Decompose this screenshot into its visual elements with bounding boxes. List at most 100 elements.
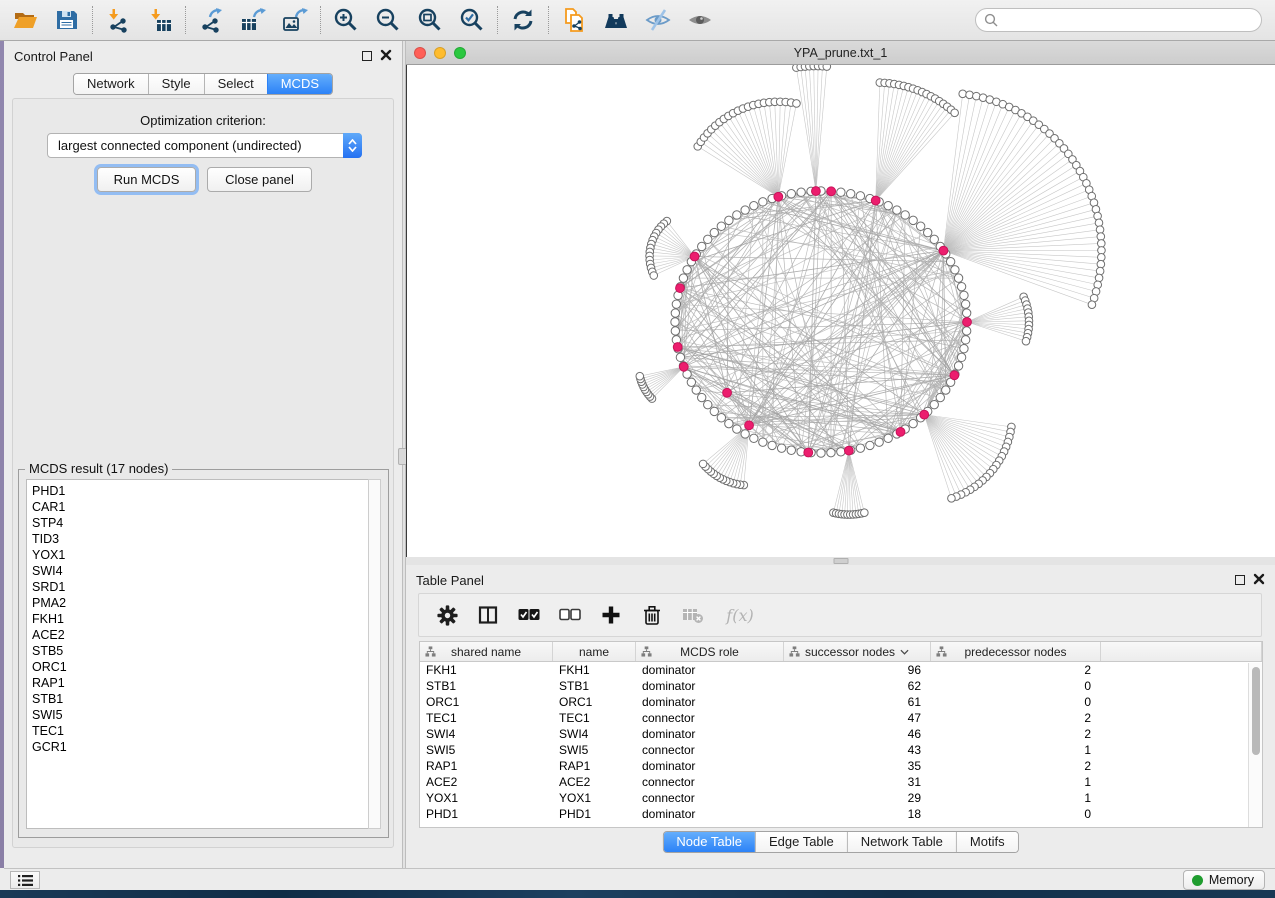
mcds-result-item[interactable]: TID3 xyxy=(32,531,368,547)
tab-edge-table[interactable]: Edge Table xyxy=(755,832,847,852)
task-history-button[interactable] xyxy=(10,871,40,889)
mcds-result-item[interactable]: YOX1 xyxy=(32,547,368,563)
mcds-result-list[interactable]: PHD1CAR1STP4TID3YOX1SWI4SRD1PMA2FKH1ACE2… xyxy=(26,479,368,829)
network-window-titlebar[interactable]: YPA_prune.txt_1 xyxy=(406,41,1275,65)
memory-button[interactable]: Memory xyxy=(1183,870,1265,890)
criterion-dropdown[interactable]: largest connected component (undirected) xyxy=(47,133,362,158)
column-header-name[interactable]: name xyxy=(553,642,636,661)
table-body[interactable]: FKH1FKH1dominator962STB1STB1dominator620… xyxy=(420,662,1262,822)
binoculars-icon xyxy=(602,7,630,33)
float-window-icon[interactable] xyxy=(362,51,372,61)
table-row[interactable]: YOX1YOX1connector291 xyxy=(420,790,1262,806)
tab-select[interactable]: Select xyxy=(204,74,267,94)
mcds-result-item[interactable]: SWI4 xyxy=(32,563,368,579)
zoom-in-button[interactable] xyxy=(325,2,367,38)
close-panel-icon[interactable] xyxy=(1253,573,1265,585)
tab-mcds[interactable]: MCDS xyxy=(267,74,332,94)
table-cell: 43 xyxy=(784,742,931,758)
table-scrollbar-thumb[interactable] xyxy=(1252,667,1260,755)
zoom-selected-button[interactable] xyxy=(451,2,493,38)
table-cell: 1 xyxy=(931,774,1101,790)
import-network-button[interactable] xyxy=(97,2,139,38)
column-header-label: shared name xyxy=(451,645,521,659)
table-cell: dominator xyxy=(636,806,784,822)
table-row[interactable]: SWI5SWI5connector431 xyxy=(420,742,1262,758)
tab-network-table[interactable]: Network Table xyxy=(847,832,956,852)
column-header-successor-nodes[interactable]: successor nodes xyxy=(784,642,931,661)
tab-style[interactable]: Style xyxy=(148,74,204,94)
table-row[interactable]: RAP1RAP1dominator352 xyxy=(420,758,1262,774)
table-row[interactable]: TEC1TEC1connector472 xyxy=(420,710,1262,726)
horizontal-splitter[interactable] xyxy=(406,557,1275,565)
zoom-out-button[interactable] xyxy=(367,2,409,38)
shared-column-icon xyxy=(641,646,652,657)
table-row[interactable]: FKH1FKH1dominator962 xyxy=(420,662,1262,678)
new-network-from-selection-button[interactable] xyxy=(553,2,595,38)
deselect-all-button[interactable] xyxy=(558,603,582,627)
function-builder-button[interactable]: f(x) xyxy=(722,603,758,627)
mcds-result-item[interactable]: STB1 xyxy=(32,691,368,707)
table-row[interactable]: STB1STB1dominator620 xyxy=(420,678,1262,694)
mcds-result-item[interactable]: GCR1 xyxy=(32,739,368,755)
table-row[interactable]: ACE2ACE2connector311 xyxy=(420,774,1262,790)
network-canvas[interactable] xyxy=(406,65,1275,557)
search-input[interactable] xyxy=(1003,12,1253,28)
mcds-result-item[interactable]: SRD1 xyxy=(32,579,368,595)
mcds-result-item[interactable]: PMA2 xyxy=(32,595,368,611)
delete-table-button[interactable] xyxy=(681,603,705,627)
column-header-shared-name[interactable]: shared name xyxy=(420,642,553,661)
hide-selected-button[interactable] xyxy=(637,2,679,38)
fit-content-button[interactable] xyxy=(409,2,451,38)
network-window-title: YPA_prune.txt_1 xyxy=(406,46,1275,60)
mcds-result-item[interactable]: STB5 xyxy=(32,643,368,659)
trash-icon xyxy=(642,605,662,626)
mcds-result-item[interactable]: RAP1 xyxy=(32,675,368,691)
table-scrollbar[interactable] xyxy=(1248,663,1262,827)
mcds-result-item[interactable]: STP4 xyxy=(32,515,368,531)
export-network-button[interactable] xyxy=(190,2,232,38)
column-header-mcds-role[interactable]: MCDS role xyxy=(636,642,784,661)
horizontal-splitter-grip[interactable] xyxy=(833,558,848,564)
toolbar-separator xyxy=(548,6,549,34)
run-mcds-button[interactable]: Run MCDS xyxy=(97,167,196,192)
table-row[interactable]: SWI4SWI4dominator462 xyxy=(420,726,1262,742)
tab-network[interactable]: Network xyxy=(74,74,148,94)
table-settings-button[interactable] xyxy=(435,603,459,627)
select-all-button[interactable] xyxy=(517,603,541,627)
float-window-icon[interactable] xyxy=(1235,575,1245,585)
mcds-result-item[interactable]: TEC1 xyxy=(32,723,368,739)
optimization-criterion-label: Optimization criterion: xyxy=(13,113,393,128)
search-field[interactable] xyxy=(975,8,1262,32)
table-row[interactable]: ORC1ORC1dominator610 xyxy=(420,694,1262,710)
export-table-button[interactable] xyxy=(232,2,274,38)
export-image-icon xyxy=(282,7,308,33)
mcds-result-item[interactable]: FKH1 xyxy=(32,611,368,627)
open-session-button[interactable] xyxy=(4,2,46,38)
close-panel-button[interactable]: Close panel xyxy=(207,167,312,192)
close-panel-icon[interactable] xyxy=(380,49,392,61)
mcds-result-item[interactable]: CAR1 xyxy=(32,499,368,515)
mcds-result-item[interactable]: PHD1 xyxy=(32,483,368,499)
first-neighbors-button[interactable] xyxy=(595,2,637,38)
mcds-result-item[interactable]: ACE2 xyxy=(32,627,368,643)
table-cell: STB1 xyxy=(553,678,636,694)
tab-motifs[interactable]: Motifs xyxy=(956,832,1018,852)
status-bar: Memory xyxy=(4,868,1275,890)
table-row[interactable]: PHD1PHD1dominator180 xyxy=(420,806,1262,822)
mcds-result-item[interactable]: SWI5 xyxy=(32,707,368,723)
apply-layout-button[interactable] xyxy=(502,2,544,38)
tab-node-table[interactable]: Node Table xyxy=(663,832,755,852)
add-column-button[interactable] xyxy=(599,603,623,627)
table-panel: Table Panel xyxy=(406,565,1275,868)
mcds-list-scrollbar[interactable] xyxy=(368,479,381,829)
save-session-button[interactable] xyxy=(46,2,88,38)
mcds-result-item[interactable]: ORC1 xyxy=(32,659,368,675)
delete-column-button[interactable] xyxy=(640,603,664,627)
export-image-button[interactable] xyxy=(274,2,316,38)
show-all-button[interactable] xyxy=(679,2,721,38)
column-header-label: MCDS role xyxy=(680,645,739,659)
import-table-button[interactable] xyxy=(139,2,181,38)
criterion-dropdown-value: largest connected component (undirected) xyxy=(48,138,343,153)
column-header-predecessor-nodes[interactable]: predecessor nodes xyxy=(931,642,1101,661)
show-columns-button[interactable] xyxy=(476,603,500,627)
